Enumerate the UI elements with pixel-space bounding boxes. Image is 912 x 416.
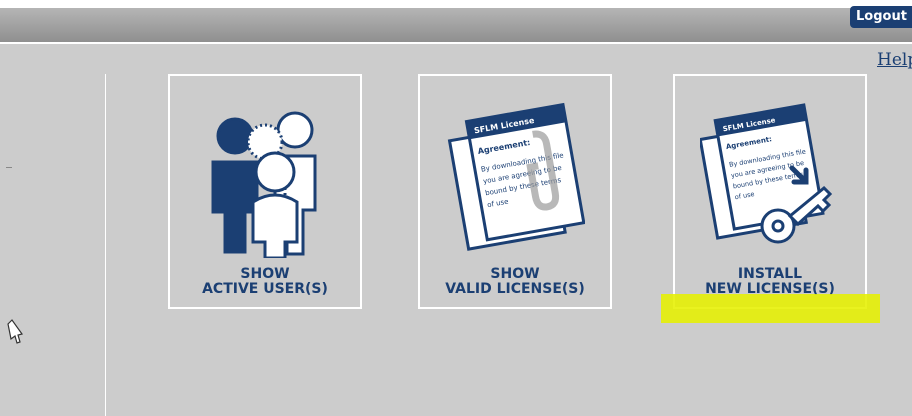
tile-label: SHOW ACTIVE USER(S) bbox=[202, 266, 328, 297]
mouse-cursor-icon bbox=[7, 319, 24, 344]
license-document-icon: SFLM License Agreement: By downloading t… bbox=[447, 102, 585, 251]
sidebar-divider bbox=[105, 74, 106, 416]
logout-button[interactable]: Logout bbox=[850, 6, 912, 28]
show-active-users-tile[interactable]: SHOW ACTIVE USER(S) bbox=[168, 74, 362, 309]
help-link[interactable]: Help bbox=[877, 50, 912, 70]
show-valid-licenses-tile[interactable]: SFLM License Agreement: By downloading t… bbox=[418, 74, 612, 309]
top-strip bbox=[0, 0, 912, 8]
tile-label: SHOW VALID LICENSE(S) bbox=[445, 266, 585, 297]
users-icon bbox=[211, 111, 317, 258]
divider-tick bbox=[6, 167, 12, 168]
header-bar: Logout bbox=[0, 6, 912, 44]
install-new-license-tile[interactable]: SFLM License Agreement: By downloading t… bbox=[673, 74, 867, 309]
install-license-icon: SFLM License Agreement: By downloading t… bbox=[700, 103, 833, 244]
highlight-marker bbox=[661, 294, 880, 323]
tile-label: INSTALL NEW LICENSE(S) bbox=[705, 266, 835, 297]
